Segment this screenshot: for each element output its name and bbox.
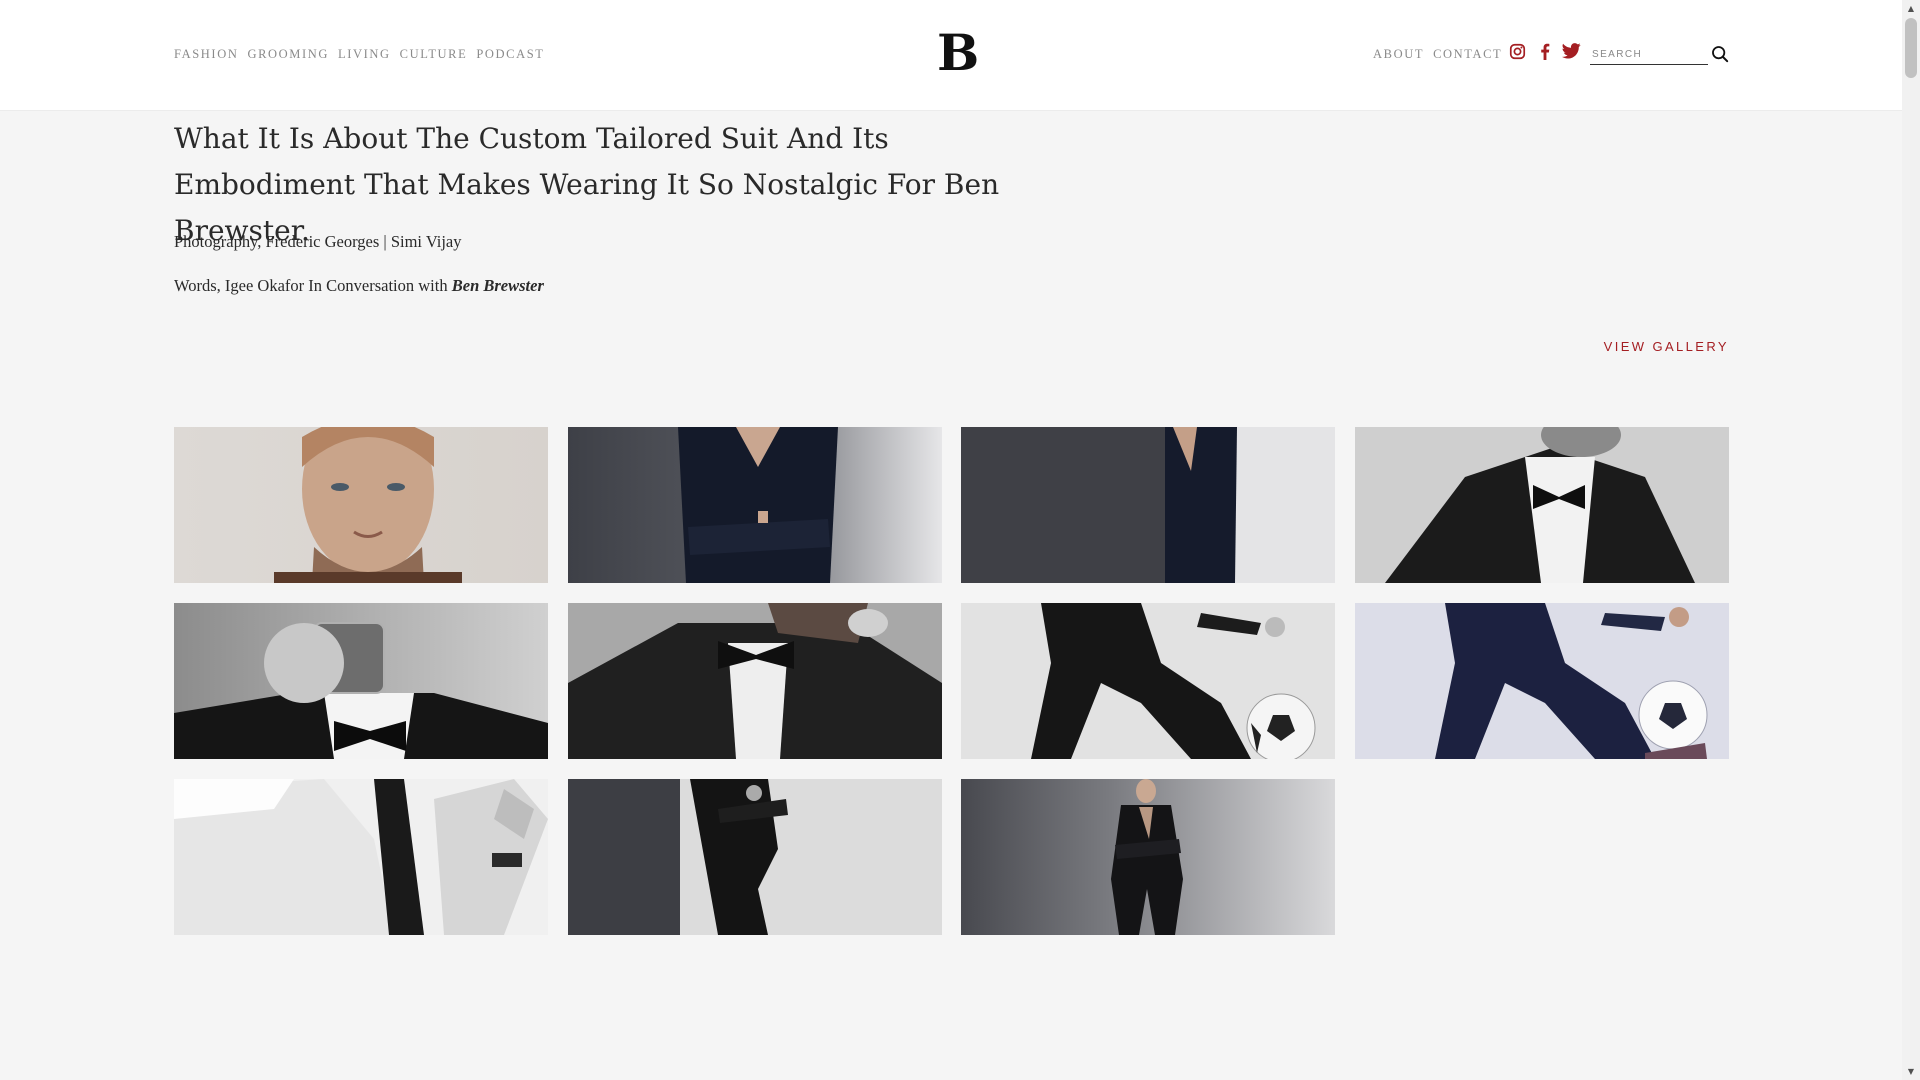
facebook-icon[interactable] (1540, 43, 1550, 60)
scrollbar-thumb[interactable] (1905, 18, 1917, 78)
secondary-nav: ABOUT CONTACT (1373, 47, 1502, 62)
scroll-down-arrow-icon[interactable]: ▼ (1902, 1063, 1920, 1080)
nav-grooming[interactable]: GROOMING (247, 47, 329, 62)
search-field-wrapper (1590, 44, 1708, 65)
gallery-image-white-shirt-sleeve[interactable] (174, 779, 548, 935)
search-input[interactable] (1590, 45, 1708, 64)
gallery-image-crossed-arms-suit[interactable] (568, 427, 942, 583)
gallery-image-standing-full-length[interactable] (961, 779, 1335, 935)
nav-culture[interactable]: CULTURE (400, 47, 468, 62)
gallery-image-drinking-whiskey[interactable] (174, 603, 548, 759)
words-credit: Words, Igee Okafor In Conversation with … (174, 276, 544, 296)
twitter-icon[interactable] (1562, 43, 1581, 59)
gallery-image-bow-tie-tuxedo[interactable] (1355, 427, 1729, 583)
site-header: FASHION GROOMING LIVING CULTURE PODCAST … (0, 0, 1902, 111)
gallery-image-half-shadow-suit[interactable] (961, 427, 1335, 583)
site-logo[interactable]: B (937, 26, 979, 80)
gallery-image-kicking-football-bw[interactable] (961, 603, 1335, 759)
nav-about[interactable]: ABOUT (1373, 47, 1424, 62)
gallery-image-kicking-football-color[interactable] (1355, 603, 1729, 759)
view-gallery-link[interactable]: VIEW GALLERY (1580, 339, 1729, 354)
search-icon[interactable] (1711, 45, 1729, 68)
nav-contact[interactable]: CONTACT (1433, 47, 1502, 62)
photography-credit: Photography, Frederic Georges | Simi Vij… (174, 232, 462, 251)
vertical-scrollbar[interactable]: ▲ ▼ (1902, 0, 1920, 1080)
interviewee-name: Ben Brewster (451, 276, 544, 295)
gallery-image-portrait-closeup[interactable] (174, 427, 548, 583)
gallery-image-adjusting-bow-tie[interactable] (568, 603, 942, 759)
nav-fashion[interactable]: FASHION (174, 47, 238, 62)
scroll-up-arrow-icon[interactable]: ▲ (1902, 0, 1920, 17)
primary-nav: FASHION GROOMING LIVING CULTURE PODCAST (174, 47, 545, 62)
nav-podcast[interactable]: PODCAST (476, 47, 544, 62)
instagram-icon[interactable] (1509, 43, 1526, 60)
nav-living[interactable]: LIVING (338, 47, 391, 62)
words-credit-prefix: Words, Igee Okafor In Conversation with (174, 276, 452, 295)
gallery-image-leaning-wall[interactable] (568, 779, 942, 935)
